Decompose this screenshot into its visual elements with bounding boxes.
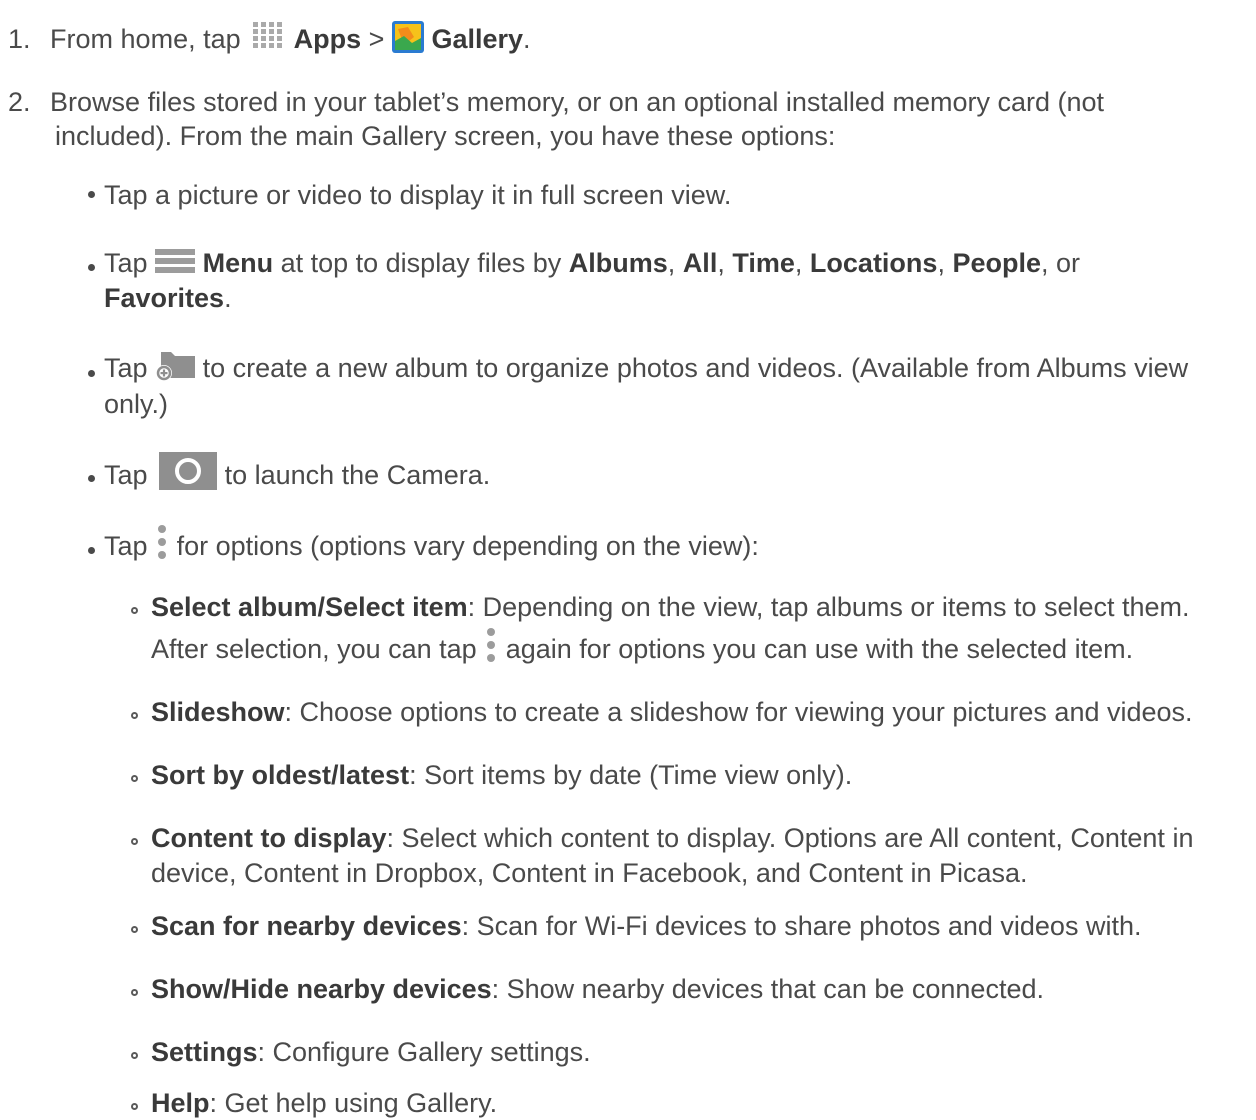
bullet-5: Tap for options (options vary depending … xyxy=(104,525,759,566)
step-1: 1. From home, tap Apps > Gallery. xyxy=(8,20,531,57)
sub-item-content-line-2: device, Content in Dropbox, Content in F… xyxy=(151,858,1028,888)
step-2-line-1: 2. Browse files stored in your tablet’s … xyxy=(8,87,1105,117)
sub-item-slideshow: Slideshow: Choose options to create a sl… xyxy=(151,697,1193,727)
sub-item-select-line-2: After selection, you can tap again for o… xyxy=(151,628,1133,669)
sub-bullet xyxy=(131,989,138,996)
bullet xyxy=(88,191,95,198)
sub-item-settings: Settings: Configure Gallery settings. xyxy=(151,1037,591,1067)
menu-icon xyxy=(155,248,196,274)
apps-grid-icon xyxy=(252,21,286,49)
step-2-line-2: included). From the main Gallery screen,… xyxy=(55,121,836,151)
bullet-2-line-2: Favorites. xyxy=(104,283,232,313)
gallery-app-icon xyxy=(391,20,424,53)
bullet xyxy=(88,264,95,271)
sub-item-select: Select album/Select item: Depending on t… xyxy=(151,592,1190,622)
bullet-3-line-1: Tap to create a new album to organize ph… xyxy=(104,350,1188,386)
gallery-label: Gallery xyxy=(431,24,524,54)
step-number: 1. xyxy=(8,24,31,54)
bullet xyxy=(88,370,95,377)
sub-item-content: Content to display: Select which content… xyxy=(151,823,1194,853)
more-options-icon xyxy=(155,524,169,560)
sub-bullet xyxy=(131,926,138,933)
sub-bullet xyxy=(131,1052,138,1059)
sub-bullet xyxy=(131,712,138,719)
bullet-4: Tap to launch the Camera. xyxy=(104,452,490,496)
sub-bullet xyxy=(131,607,138,614)
sub-bullet xyxy=(131,775,138,782)
apps-label: Apps xyxy=(293,24,362,54)
document: 1. From home, tap Apps > Gallery. 2. Bro… xyxy=(0,0,1256,1120)
bullet xyxy=(88,547,95,554)
camera-icon xyxy=(159,452,218,490)
bullet xyxy=(88,475,95,482)
sub-bullet xyxy=(131,838,138,845)
sub-bullet xyxy=(131,1103,138,1110)
new-album-icon xyxy=(155,350,196,382)
sub-item-show-hide: Show/Hide nearby devices: Show nearby de… xyxy=(151,974,1044,1004)
more-options-icon xyxy=(484,627,498,663)
sub-item-sort: Sort by oldest/latest: Sort items by dat… xyxy=(151,760,853,790)
step-number: 2. xyxy=(8,87,31,117)
sub-item-help: Help: Get help using Gallery. xyxy=(151,1088,498,1118)
bullet-2-line-1: Tap Menu at top to display files by Albu… xyxy=(104,248,1081,278)
bullet-1: Tap a picture or video to display it in … xyxy=(104,180,732,210)
bullet-3-line-2: only.) xyxy=(104,389,169,419)
sub-item-scan: Scan for nearby devices: Scan for Wi-Fi … xyxy=(151,911,1142,941)
